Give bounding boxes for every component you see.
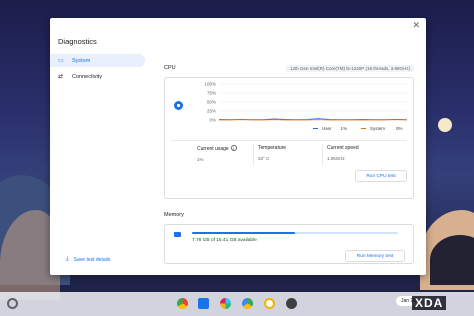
wallpaper-moon: [438, 118, 452, 132]
files-icon[interactable]: [198, 298, 209, 309]
legend-system-value: 0%: [396, 126, 403, 131]
current-speed-value: 1.06GHz: [327, 156, 345, 161]
memory-section-title: Memory: [164, 212, 184, 218]
play-store-icon[interactable]: [242, 298, 253, 309]
arrows-icon: ⇄: [58, 74, 64, 80]
temperature-label: Temperature: [258, 145, 287, 151]
close-icon[interactable]: ✕: [412, 20, 420, 30]
current-usage-value: 1%: [197, 157, 204, 162]
temperature-value: 33° C: [258, 156, 270, 161]
legend-user: User 1%: [313, 126, 347, 131]
run-cpu-test-button[interactable]: Run CPU test: [355, 170, 407, 182]
temperature-stat: Temperature 33° C: [258, 145, 286, 161]
memory-card: 7.76 GB of 15.41 GB available Run Memory…: [164, 224, 414, 264]
cpu-usage-chart: 100% 75% 50% 25% 0%: [204, 82, 408, 123]
cpu-card: 100% 75% 50% 25% 0% User 1% System 0% Curren…: [164, 77, 414, 199]
slack-icon[interactable]: [220, 298, 231, 309]
legend-user-value: 1%: [340, 126, 348, 131]
chrome-icon[interactable]: [177, 298, 188, 309]
y-tick-label: 100%: [204, 82, 216, 87]
y-tick-label: 75%: [207, 91, 216, 96]
memory-available-text: 7.76 GB of 15.41 GB available: [192, 238, 257, 243]
main-content: CPU 12th Gen Intel(R) Core(TM) i5-1240P …: [164, 62, 414, 264]
download-icon: ⤓: [66, 256, 69, 262]
legend-user-label: User: [322, 126, 332, 131]
current-speed-stat: Current speed 1.06GHz: [327, 145, 359, 161]
y-tick-label: 25%: [207, 109, 216, 114]
launcher-icon[interactable]: [7, 298, 18, 309]
memory-icon: [174, 232, 181, 237]
divider: [253, 144, 254, 166]
legend-system: System 0%: [361, 126, 403, 131]
cpu-section-title: CPU: [164, 65, 176, 71]
legend-system-swatch: [361, 128, 366, 129]
photos-icon[interactable]: [264, 298, 275, 309]
current-speed-label: Current speed: [327, 145, 359, 151]
app-title: Diagnostics: [58, 37, 97, 46]
memory-usage-bar: [192, 232, 398, 234]
sidebar-item-connectivity[interactable]: ⇄ Connectivity: [50, 70, 145, 83]
cpu-model-badge: 12th Gen Intel(R) Core(TM) i5-1240P (16 …: [286, 64, 414, 72]
y-tick-label: 50%: [207, 100, 216, 105]
divider: [322, 144, 323, 166]
memory-section-header: Memory: [164, 209, 414, 221]
y-tick-label: 0%: [209, 118, 216, 123]
info-icon[interactable]: i: [230, 145, 237, 151]
current-usage-label: Current usage: [197, 146, 229, 152]
current-usage-stat: Current usage i 1%: [197, 145, 237, 162]
cpu-icon: [174, 101, 183, 110]
save-test-details-button[interactable]: ⤓ Save test details: [66, 256, 110, 263]
run-memory-test-button[interactable]: Run Memory test: [345, 250, 405, 262]
diagnostics-window: ✕ Diagnostics ▭ System ⇄ Connectivity ⤓ …: [50, 18, 426, 275]
memory-usage-fill: [192, 232, 295, 234]
cpu-section-header: CPU 12th Gen Intel(R) Core(TM) i5-1240P …: [164, 62, 414, 74]
sidebar-item-label: System: [72, 57, 91, 64]
laptop-icon: ▭: [58, 58, 64, 64]
legend-system-label: System: [370, 126, 386, 131]
sidebar-item-system[interactable]: ▭ System: [50, 54, 145, 67]
legend-user-swatch: [313, 128, 318, 129]
save-label: Save test details: [73, 256, 111, 263]
wallpaper-hill: [430, 235, 474, 285]
diagnostics-app-icon[interactable]: [286, 298, 297, 309]
xda-watermark: XDA: [412, 296, 447, 310]
sidebar: ▭ System ⇄ Connectivity: [50, 54, 150, 86]
divider: [171, 140, 407, 141]
sidebar-item-label: Connectivity: [72, 73, 102, 80]
